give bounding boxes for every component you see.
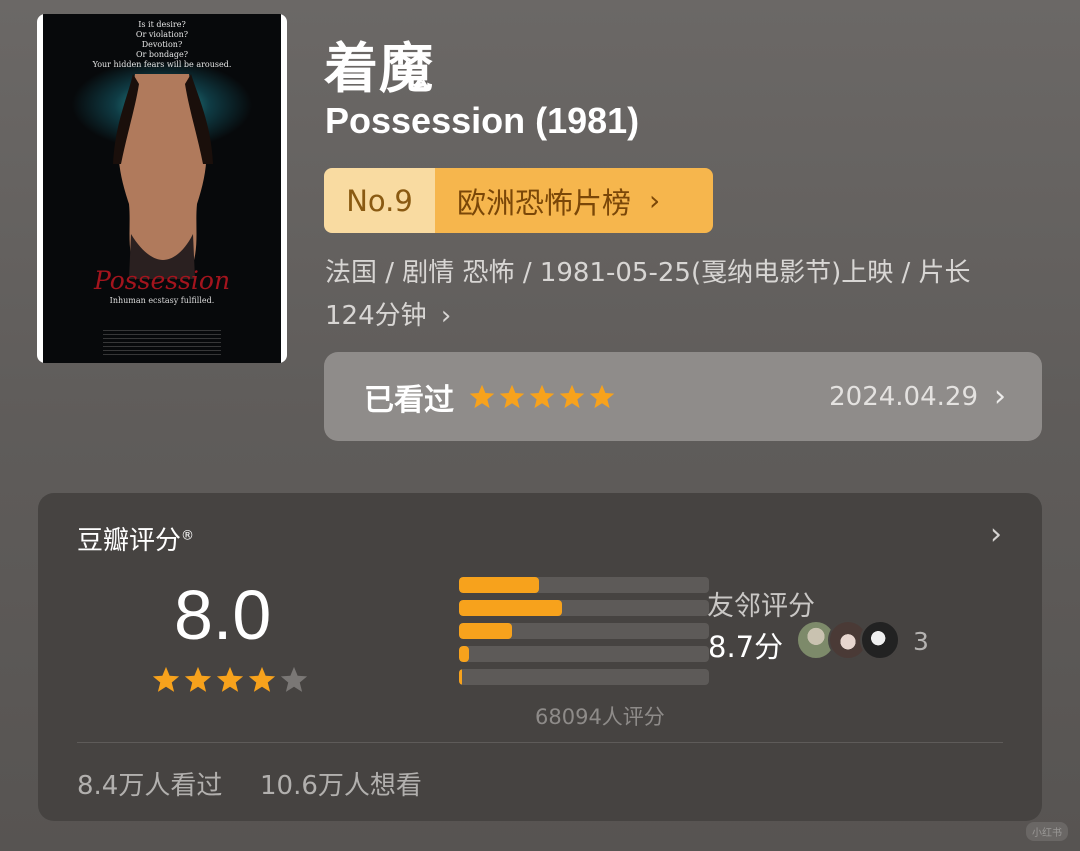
star-icon	[529, 384, 555, 408]
distribution-bar-1-star	[459, 669, 462, 685]
my-rating-bar[interactable]: 已看过 2024.04.29 ›	[324, 352, 1042, 441]
distribution-bar-5-star	[459, 577, 539, 593]
watched-count[interactable]: 8.4万人看过	[77, 765, 222, 802]
distribution-bar-4-star	[459, 600, 562, 616]
friends-rating-count: 3	[913, 627, 929, 656]
average-score-stars	[151, 665, 309, 695]
registered-mark: ®	[181, 528, 195, 544]
rating-card-title: 豆瓣评分®	[77, 520, 194, 557]
poster-title: Possession	[93, 266, 231, 295]
poster-subtitle: Inhuman ecstasy fulfilled.	[109, 296, 215, 305]
rank-list-name: 欧洲恐怖片榜	[457, 185, 632, 220]
star-icon	[152, 666, 180, 692]
rank-list: 欧洲恐怖片榜 ›	[435, 168, 713, 233]
distribution-bar-2-star	[459, 646, 469, 662]
distribution-bar-track	[459, 623, 709, 639]
distribution-bar-track	[459, 600, 709, 616]
movie-title-chinese: 着魔	[324, 37, 434, 100]
distribution-bar-track	[459, 577, 709, 593]
divider	[77, 742, 1003, 743]
rating-title-text: 豆瓣评分	[77, 526, 182, 556]
star-icon	[589, 384, 615, 408]
douban-rating-card[interactable]: 豆瓣评分® › 8.0 68094人评分 友邻评分 8.7分 3 8.4万人看过…	[38, 493, 1042, 821]
chevron-right-icon: ›	[440, 301, 452, 331]
friends-avatars[interactable]	[796, 620, 900, 660]
friends-rating-score: 8.7分	[708, 630, 784, 664]
chevron-right-icon: ›	[994, 379, 1006, 414]
rater-count: 68094人评分	[535, 705, 665, 729]
average-score: 8.0	[174, 576, 272, 654]
rank-number: No.9	[324, 168, 435, 233]
movie-meta-text: 法国 / 剧情 恐怖 / 1981-05-25(戛纳电影节)上映 / 片长 12…	[325, 258, 971, 331]
star-icon	[469, 384, 495, 408]
star-icon	[184, 666, 212, 692]
star-icon	[280, 666, 308, 692]
ranking-badge-button[interactable]: No.9 欧洲恐怖片榜 ›	[324, 168, 713, 233]
movie-poster[interactable]: Is it desire? Or violation? Devotion? Or…	[37, 14, 287, 363]
movie-title-original: Possession (1981)	[325, 100, 640, 141]
avatar	[860, 620, 900, 660]
distribution-bar-track	[459, 646, 709, 662]
distribution-bar-track	[459, 669, 709, 685]
friends-rating-label: 友邻评分	[707, 591, 815, 622]
want-to-watch-count[interactable]: 10.6万人想看	[260, 765, 422, 802]
star-icon	[559, 384, 585, 408]
star-icon	[499, 384, 525, 408]
movie-meta-info[interactable]: 法国 / 剧情 恐怖 / 1981-05-25(戛纳电影节)上映 / 片长 12…	[325, 252, 1025, 338]
watermark: 小红书	[1026, 822, 1068, 841]
poster-figure-illustration	[113, 74, 213, 279]
poster-image: Is it desire? Or violation? Devotion? Or…	[43, 14, 281, 363]
poster-credits-block	[103, 330, 221, 356]
watched-status-label: 已看过	[364, 382, 454, 418]
star-icon	[248, 666, 276, 692]
chevron-right-icon: ›	[649, 184, 661, 217]
watched-date: 2024.04.29	[829, 381, 978, 412]
star-icon	[216, 666, 244, 692]
my-rating-stars	[468, 383, 616, 411]
chevron-right-icon[interactable]: ›	[990, 517, 1002, 552]
distribution-bar-3-star	[459, 623, 512, 639]
